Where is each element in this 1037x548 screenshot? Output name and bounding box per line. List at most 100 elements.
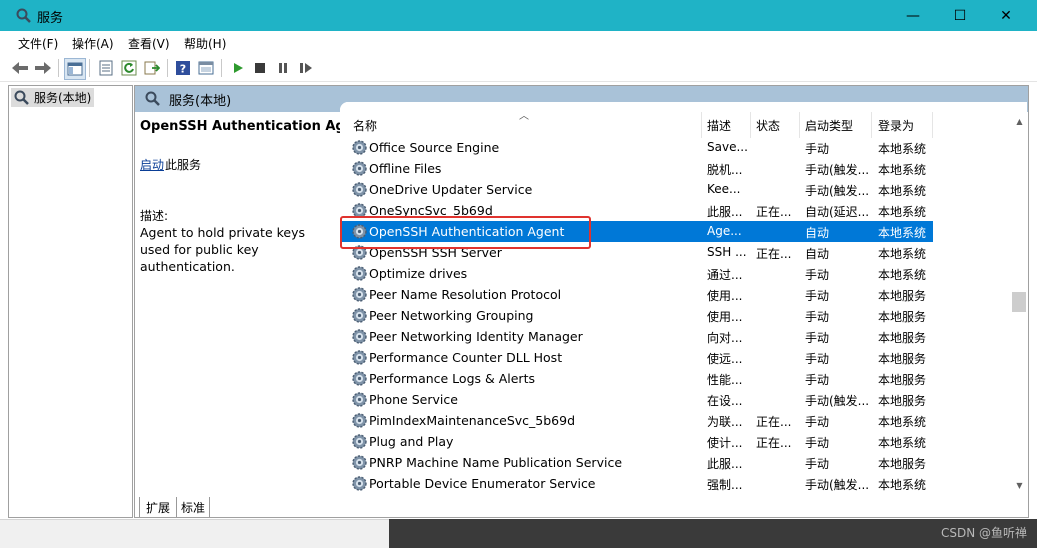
table-row[interactable]: Peer Networking Identity Manager 向对... 手动 本… <box>340 326 933 347</box>
service-description: 使计... <box>707 436 743 450</box>
service-gear-icon <box>352 434 367 449</box>
vertical-scrollbar[interactable]: ▲ ▼ <box>1011 112 1028 493</box>
service-description: 强制... <box>707 478 743 492</box>
back-icon[interactable] <box>10 58 30 78</box>
table-row[interactable]: PimIndexMaintenanceSvc_5b69d 为联... 正在... 手动… <box>340 410 933 431</box>
start-icon[interactable] <box>228 58 248 78</box>
table-row[interactable]: Peer Name Resolution Protocol 使用... 手动 本地服务 <box>340 284 933 305</box>
menu-help[interactable]: 帮助(H) <box>184 35 226 52</box>
service-startup-type: 自动 <box>805 226 830 240</box>
column-header-logon-as[interactable]: 登录为 <box>878 117 914 134</box>
column-header-description[interactable]: 描述 <box>707 117 731 134</box>
service-logon-as: 本地服务 <box>878 289 927 303</box>
service-logon-as: 本地服务 <box>878 331 927 345</box>
forward-icon[interactable] <box>33 58 53 78</box>
service-description: 在设... <box>707 394 743 408</box>
watermark: CSDN @鱼听禅 <box>940 526 1027 540</box>
service-gear-icon <box>352 287 367 302</box>
tab-standard[interactable]: 标准 <box>177 497 210 517</box>
table-row[interactable]: Peer Networking Grouping 使用... 手动 本地服务 <box>340 305 933 326</box>
service-startup-type: 手动(触发... <box>805 394 870 408</box>
service-description: Age... <box>707 224 742 238</box>
service-gear-icon <box>352 266 367 281</box>
service-startup-type: 自动(延迟... <box>805 205 870 219</box>
view-icon[interactable] <box>196 58 216 78</box>
service-startup-type: 手动 <box>805 457 830 471</box>
scrollbar-thumb[interactable] <box>1012 292 1026 312</box>
column-divider[interactable] <box>799 112 800 138</box>
column-header-status[interactable]: 状态 <box>756 117 780 134</box>
service-startup-type: 手动 <box>805 415 830 429</box>
service-gear-icon <box>352 182 367 197</box>
services-list: ︿ 名称 描述 状态 启动类型 登录为 Office Source Engine… <box>340 102 1027 493</box>
pause-icon[interactable] <box>273 58 293 78</box>
service-name: Peer Networking Grouping <box>369 308 534 323</box>
toolbar-separator <box>89 59 90 77</box>
service-name: Performance Logs & Alerts <box>369 371 535 386</box>
scroll-up-icon[interactable]: ▲ <box>1011 114 1028 128</box>
highlight-annotation-box <box>340 216 591 249</box>
maximize-button[interactable]: ☐ <box>937 0 983 31</box>
column-header-startup-type[interactable]: 启动类型 <box>805 117 853 134</box>
tree-item-label: 服务(本地) <box>34 91 92 105</box>
table-row[interactable]: Optimize drives 通过... 手动 本地系统 <box>340 263 933 284</box>
services-icon <box>145 91 160 106</box>
refresh-icon[interactable] <box>119 58 139 78</box>
table-row[interactable]: Portable Device Enumerator Service 强制... 手… <box>340 473 933 493</box>
service-name: Office Source Engine <box>369 140 500 155</box>
console-tree-icon[interactable] <box>64 58 86 80</box>
service-startup-type: 手动 <box>805 142 830 156</box>
help-icon[interactable]: ? <box>173 58 193 78</box>
service-logon-as: 本地系统 <box>878 478 927 492</box>
maximize-icon: ☐ <box>953 7 967 24</box>
services-gear-icon <box>16 8 31 23</box>
service-gear-icon <box>352 476 367 491</box>
column-divider[interactable] <box>871 112 872 138</box>
table-row[interactable]: Plug and Play 使计... 正在... 手动 本地系统 <box>340 431 933 452</box>
menu-action[interactable]: 操作(A) <box>72 35 114 52</box>
service-logon-as: 本地服务 <box>878 457 927 471</box>
service-logon-as: 本地服务 <box>878 352 927 366</box>
scroll-down-icon[interactable]: ▼ <box>1011 478 1028 492</box>
table-row[interactable]: Offline Files 脱机... 手动(触发... 本地系统 <box>340 158 933 179</box>
service-logon-as: 本地系统 <box>878 163 927 177</box>
stop-icon[interactable] <box>250 58 270 78</box>
service-logon-as: 本地系统 <box>878 226 927 240</box>
service-description: 脱机... <box>707 163 743 177</box>
table-row[interactable]: Phone Service 在设... 手动(触发... 本地服务 <box>340 389 933 410</box>
column-divider[interactable] <box>701 112 702 138</box>
service-startup-type: 手动(触发... <box>805 163 870 177</box>
status-bar-left <box>0 519 389 544</box>
tree-item-services-local[interactable]: 服务(本地) <box>11 88 95 107</box>
service-startup-type: 手动 <box>805 310 830 324</box>
service-name: Plug and Play <box>369 434 454 449</box>
column-divider[interactable] <box>750 112 751 138</box>
table-row[interactable]: Performance Counter DLL Host 使远... 手动 本地服务 <box>340 347 933 368</box>
service-name: Performance Counter DLL Host <box>369 350 563 365</box>
menu-view[interactable]: 查看(V) <box>128 35 170 52</box>
table-row[interactable]: Performance Logs & Alerts 性能... 手动 本地服务 <box>340 368 933 389</box>
service-status: 正在... <box>756 436 792 450</box>
close-button[interactable]: ✕ <box>983 0 1029 31</box>
column-header-name[interactable]: 名称 <box>353 117 377 134</box>
service-name: Offline Files <box>369 161 442 176</box>
properties-icon[interactable] <box>96 58 116 78</box>
menu-file[interactable]: 文件(F) <box>18 35 58 52</box>
service-description: Kee... <box>707 182 741 196</box>
toolbar-separator <box>221 59 222 77</box>
service-startup-type: 手动 <box>805 268 830 282</box>
svg-text:?: ? <box>180 63 186 76</box>
table-row[interactable]: Office Source Engine Save... 手动 本地系统 <box>340 137 933 158</box>
tab-extended[interactable]: 扩展 <box>139 497 177 517</box>
restart-icon[interactable] <box>296 58 316 78</box>
service-gear-icon <box>352 329 367 344</box>
service-startup-type: 手动 <box>805 352 830 366</box>
export-icon[interactable] <box>142 58 162 78</box>
minimize-button[interactable]: — <box>890 0 936 31</box>
table-row[interactable]: PNRP Machine Name Publication Service 此服.… <box>340 452 933 473</box>
service-name: PimIndexMaintenanceSvc_5b69d <box>369 413 576 428</box>
start-service-link[interactable]: 启动 <box>140 156 164 173</box>
table-row[interactable]: OneDrive Updater Service Kee... 手动(触发... 本地… <box>340 179 933 200</box>
column-divider[interactable] <box>932 112 933 138</box>
service-description: 性能... <box>707 373 743 387</box>
